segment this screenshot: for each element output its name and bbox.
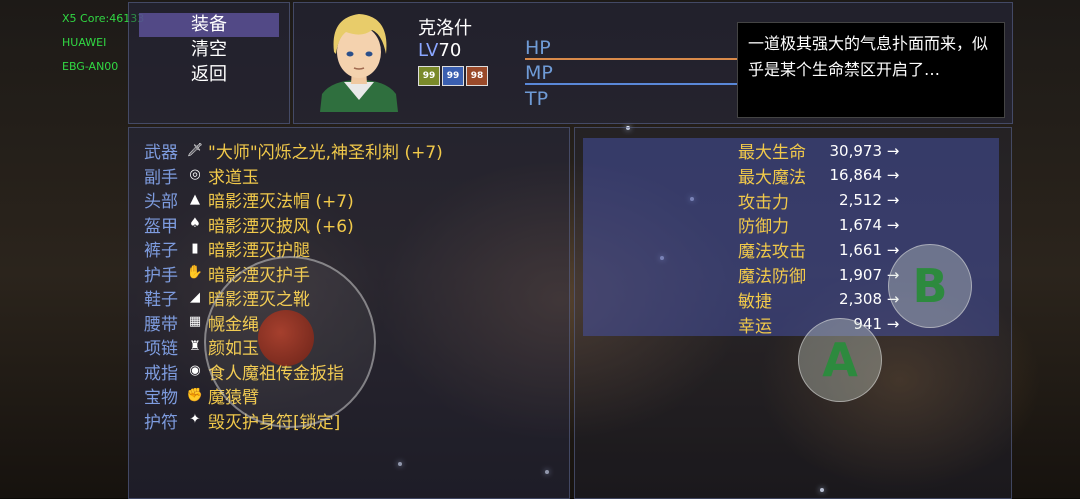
stat-label: 最大生命: [738, 143, 806, 163]
stat-label: 幸运: [738, 316, 772, 337]
equipment-slot-label: 腰带: [144, 314, 178, 335]
stat-value: 1,907: [839, 265, 882, 284]
belt-icon: ▦: [188, 314, 202, 329]
stat-row: 最大生命 30,973 →: [738, 138, 904, 164]
buff-icon: 99: [442, 66, 464, 86]
stat-row: 最大魔法 16,864 →: [738, 163, 904, 188]
equipment-row[interactable]: 头部 ▲ 暗影湮灭法帽 (+7): [144, 187, 354, 213]
hp-label: HP: [525, 37, 551, 59]
arrow-right-icon: →: [886, 141, 900, 160]
equipment-slot-label: 副手: [144, 167, 178, 188]
menu-item-back[interactable]: 返回: [139, 63, 279, 87]
stat-value: 2,308: [839, 290, 882, 309]
equipment-row[interactable]: 盔甲 ♠ 暗影湮灭披风 (+6): [144, 212, 354, 237]
equipment-item-name: 暗影湮灭法帽 (+7): [208, 192, 354, 212]
tp-label: TP: [525, 88, 549, 110]
arrow-right-icon: →: [886, 315, 900, 334]
stat-row: 敏捷 2,308 →: [738, 287, 904, 312]
stat-label: 防御力: [738, 217, 789, 238]
equipment-row[interactable]: 武器 🗡 "大师"闪烁之光,神圣利刺 (+7): [144, 138, 443, 164]
leggings-icon: ▮: [191, 240, 199, 256]
equipment-slot-label: 项链: [144, 339, 178, 359]
equipment-slot-label: 宝物: [144, 388, 178, 408]
stat-row: 攻击力 2,512 →: [738, 188, 904, 213]
menu-item-equip[interactable]: 装备: [139, 13, 279, 37]
stat-label: 敏捷: [738, 291, 772, 312]
stat-value: 1,674: [839, 215, 882, 234]
orb-icon: ◎: [189, 167, 201, 182]
b-button[interactable]: B: [888, 244, 972, 328]
gauntlet-icon: ✋: [186, 265, 204, 280]
ring-icon: ◉: [189, 363, 201, 378]
character-name: 克洛什: [418, 18, 472, 39]
stat-value: 2,512: [839, 191, 882, 210]
stat-label: 魔法防御: [738, 267, 806, 287]
character-portrait: [320, 14, 398, 112]
boots-icon: ◢: [190, 289, 200, 305]
equipment-slot-label: 鞋子: [144, 290, 178, 310]
a-button[interactable]: A: [798, 318, 882, 402]
sword-icon: 🗡: [186, 142, 204, 158]
hat-icon: ▲: [190, 191, 200, 207]
equipment-slot-label: 裤子: [144, 241, 178, 261]
arrow-right-icon: →: [886, 215, 900, 234]
equipment-item-name: 暗影湮灭披风 (+6): [208, 216, 354, 237]
arm-icon: ✊: [186, 387, 204, 403]
command-menu: 装备 清空 返回: [128, 2, 290, 124]
equipment-slot-label: 头部: [144, 192, 178, 212]
stat-label: 魔法攻击: [738, 242, 806, 263]
stat-value: 16,864: [829, 166, 883, 185]
stat-row: 防御力 1,674 →: [738, 212, 904, 238]
buff-icon: 98: [466, 66, 488, 86]
system-info-brand: HUAWEI: [62, 36, 107, 49]
status-icons: 99 99 98: [418, 66, 488, 86]
stat-label: 最大魔法: [738, 167, 806, 188]
equipment-slot-label: 护符: [144, 412, 178, 433]
equipment-item-name: "大师"闪烁之光,神圣利刺 (+7): [208, 143, 443, 163]
equipment-slot-label: 武器: [144, 143, 178, 163]
talisman-icon: ✦: [189, 412, 201, 427]
joystick-knob[interactable]: [258, 310, 314, 366]
stat-row: 魔法防御 1,907 →: [738, 262, 904, 288]
stat-value: 1,661: [839, 240, 882, 259]
equipment-row[interactable]: 副手 ◎ 求道玉: [144, 163, 259, 188]
system-info-model: EBG-AN00: [62, 60, 119, 73]
buff-icon: 99: [418, 66, 440, 86]
stat-label: 攻击力: [738, 192, 789, 213]
level-value: 70: [438, 40, 462, 61]
equipment-slot-label: 戒指: [144, 363, 178, 384]
arrow-right-icon: →: [886, 166, 900, 185]
level-prefix: LV: [418, 40, 439, 61]
menu-item-clear[interactable]: 清空: [139, 38, 279, 62]
equipment-slot-label: 护手: [144, 265, 178, 286]
bottle-icon: ♜: [189, 338, 201, 354]
stat-value: 30,973: [829, 141, 883, 160]
equipment-slot-label: 盔甲: [144, 216, 178, 237]
equipment-item-name: 求道玉: [208, 167, 259, 188]
stat-row: 魔法攻击 1,661 →: [738, 237, 904, 263]
message-box: 一道极其强大的气息扑面而来，似乎是某个生命禁区开启了…: [737, 22, 1005, 118]
mp-label: MP: [525, 62, 553, 84]
cloak-icon: ♠: [189, 216, 201, 231]
character-level: LV70: [418, 40, 461, 61]
arrow-right-icon: →: [886, 191, 900, 210]
